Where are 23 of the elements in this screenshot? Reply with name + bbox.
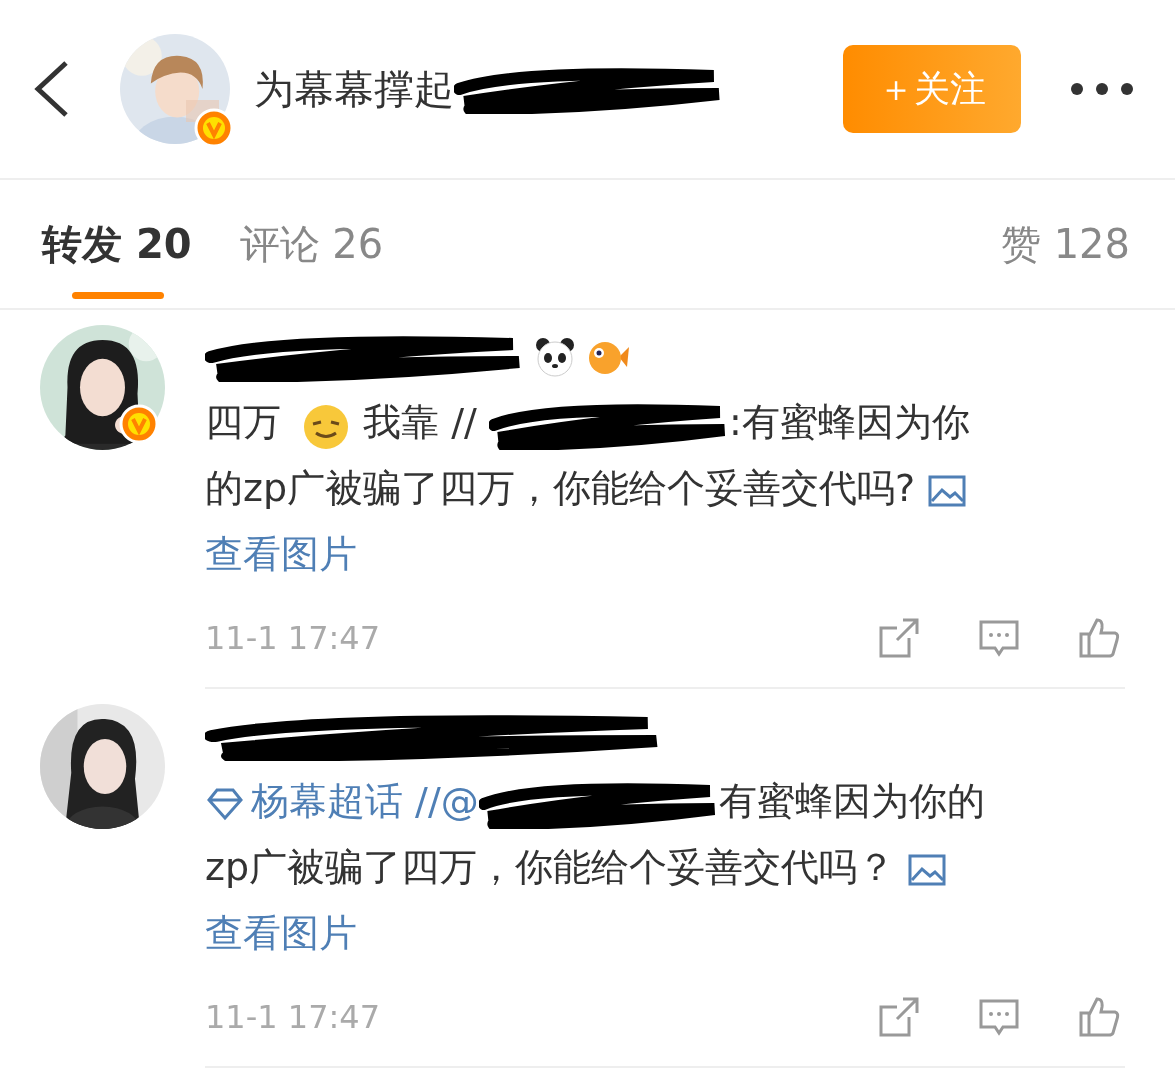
share-icon[interactable] xyxy=(877,616,921,660)
view-image-link[interactable]: 查看图片 xyxy=(205,911,357,955)
repost-text: zp广被骗了四万，你能给个妥善交代吗？ xyxy=(205,845,896,889)
mention-link[interactable]: //@ xyxy=(415,779,479,823)
repost-text: 我靠 // xyxy=(363,400,477,444)
tab[interactable]: 评论 26 xyxy=(239,179,384,309)
tab[interactable]: 转发 20 xyxy=(42,179,192,309)
view-image-link[interactable]: 查看图片 xyxy=(205,532,357,576)
like-icon[interactable] xyxy=(1077,616,1121,660)
repost-text: 四万 xyxy=(205,400,281,444)
share-icon[interactable] xyxy=(877,995,921,1039)
repost-text: :有蜜蜂因为你 xyxy=(728,400,970,444)
like-icon[interactable] xyxy=(1077,995,1121,1039)
like-count[interactable]: 赞 128 xyxy=(1000,214,1130,274)
repost-text: 的zp广被骗了四万，你能给个妥善交代吗? xyxy=(205,466,916,510)
follow-button[interactable]: ＋关注 xyxy=(843,45,1021,133)
timestamp: 11-1 17:47 xyxy=(205,997,380,1038)
repost-text: 有蜜蜂因为你的 xyxy=(718,779,985,823)
timestamp: 11-1 17:47 xyxy=(205,618,380,659)
panda-icon xyxy=(533,335,577,379)
account-name: 为幕幕撑起 xyxy=(254,65,454,114)
more-icon[interactable] xyxy=(1069,81,1135,97)
topic-link[interactable]: 杨幕超话 xyxy=(205,779,403,823)
